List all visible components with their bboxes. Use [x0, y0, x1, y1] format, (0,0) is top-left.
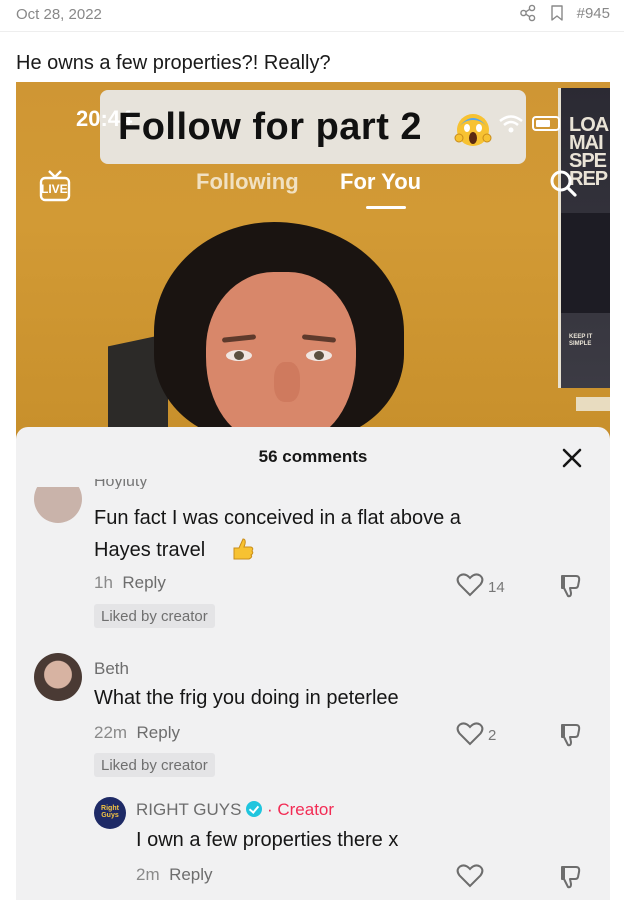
- avatar[interactable]: [34, 487, 82, 523]
- comment-text-line: What the frig you doing in peterlee: [94, 687, 399, 709]
- dislike-icon[interactable]: [558, 722, 584, 748]
- comment-time: 2m: [136, 865, 160, 884]
- background-shelf: [576, 397, 610, 411]
- right-eye: [306, 350, 332, 361]
- avatar-text: Right Guys: [101, 805, 119, 819]
- caption-text: Follow for part 2: [118, 106, 423, 148]
- screaming-face-emoji-icon: [454, 114, 492, 146]
- tab-for-you[interactable]: For You: [340, 169, 421, 195]
- comment-time: 22m: [94, 723, 128, 742]
- video-frame: LOA MAI SPE REP KEEP IT SIMPLE 20:44 Fol…: [16, 82, 610, 432]
- like-count: 2: [488, 727, 497, 744]
- heart-icon[interactable]: [456, 722, 484, 746]
- close-icon[interactable]: [561, 447, 583, 469]
- tab-following[interactable]: Following: [196, 169, 299, 195]
- comment-time: 1h: [94, 573, 113, 592]
- nose: [274, 362, 300, 402]
- creator-label: Creator: [277, 800, 335, 819]
- comment-text-line: I own a few properties there x: [136, 829, 399, 851]
- bookmark-icon[interactable]: [549, 4, 565, 22]
- name-separator: ·: [266, 800, 273, 819]
- post-title: He owns a few properties?! Really?: [16, 52, 331, 74]
- tiktok-screenshot: LOA MAI SPE REP KEEP IT SIMPLE 20:44 Fol…: [16, 82, 610, 900]
- heart-icon[interactable]: [456, 864, 484, 888]
- dislike-icon[interactable]: [558, 573, 584, 599]
- creator-name-row: RIGHT GUYS · Creator: [136, 800, 334, 820]
- commenter-name[interactable]: Hoyiuty: [94, 479, 264, 489]
- poster-panel: [561, 213, 610, 313]
- commenter-name-text: Hoyiuty: [94, 479, 148, 489]
- avatar[interactable]: [34, 653, 82, 701]
- post-date: Oct 28, 2022: [16, 6, 102, 23]
- share-icon[interactable]: [519, 4, 537, 22]
- commenter-name[interactable]: Beth: [94, 659, 129, 679]
- liked-by-creator-badge: Liked by creator: [94, 753, 215, 777]
- poster-small-text: KEEP IT SIMPLE: [569, 334, 593, 347]
- background-poster: LOA MAI SPE REP KEEP IT SIMPLE: [558, 88, 610, 388]
- comment-count: 56 comments: [258, 447, 368, 466]
- comment-meta: 2m Reply: [136, 865, 213, 885]
- comment-text-line: Fun fact I was conceived in a flat above…: [94, 507, 461, 529]
- left-eye: [226, 350, 252, 361]
- wifi-icon: [499, 115, 523, 133]
- reply-button[interactable]: Reply: [122, 573, 165, 592]
- dislike-icon[interactable]: [558, 864, 584, 890]
- live-label: LIVE: [41, 182, 68, 196]
- verified-badge-icon: [246, 801, 263, 817]
- like-count: 14: [488, 579, 505, 596]
- comment-meta: 22m Reply: [94, 723, 180, 743]
- search-icon[interactable]: [548, 168, 578, 198]
- header-actions: #945: [519, 4, 610, 22]
- battery-icon: [532, 116, 560, 131]
- comment-meta: 1h Reply: [94, 573, 166, 593]
- reply-button[interactable]: Reply: [169, 865, 212, 884]
- comments-sheet: 56 comments Hoyiuty Fun fact I was conce…: [16, 427, 610, 900]
- comment-text-line: Hayes travel: [94, 539, 206, 561]
- reply-button[interactable]: Reply: [137, 723, 180, 742]
- post-number[interactable]: #945: [577, 5, 610, 22]
- tab-active-indicator: [366, 206, 406, 209]
- post-header: Oct 28, 2022 #945: [0, 0, 624, 32]
- avatar[interactable]: Right Guys: [94, 797, 126, 829]
- heart-icon[interactable]: [456, 573, 484, 597]
- liked-by-creator-badge: Liked by creator: [94, 604, 215, 628]
- thumbs-up-emoji-icon: [233, 538, 254, 560]
- commenter-name[interactable]: RIGHT GUYS: [136, 800, 241, 819]
